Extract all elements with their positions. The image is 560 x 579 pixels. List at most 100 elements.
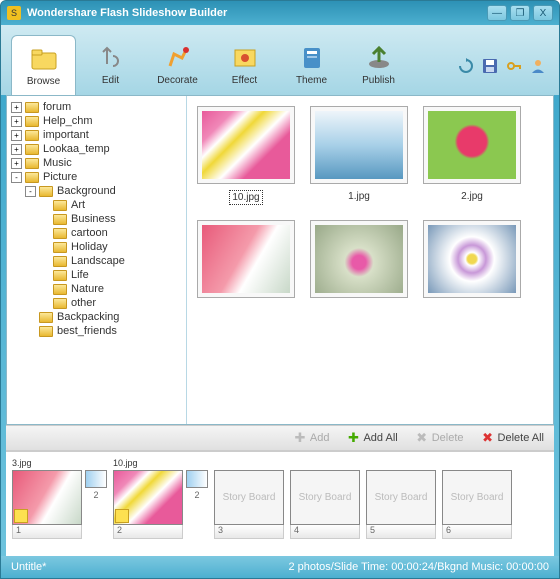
transition-num: 2 [93,490,98,500]
tab-edit[interactable]: Edit [78,35,143,95]
tab-publish[interactable]: Publish [346,35,411,95]
folder-icon [53,270,67,281]
sb-image [113,470,183,525]
sb-empty: Story Board [442,470,512,525]
thumbnail[interactable] [423,220,521,306]
tree-node[interactable]: +important [11,128,182,142]
tree-node[interactable]: Business [11,212,182,226]
tree-label: Lookaa_temp [43,143,110,155]
delete-all-button[interactable]: ✖Delete All [482,432,544,444]
storyboard-slot[interactable]: Story Board6 [442,458,512,550]
window-buttons: — ❐ X [487,5,553,21]
tree-node[interactable]: Art [11,198,182,212]
tree-label: Help_chm [43,115,93,127]
tree-toggle[interactable]: + [11,144,22,155]
storyboard-slot[interactable]: Story Board3 [214,458,284,550]
tree-label: Landscape [71,255,125,267]
thumbnail[interactable] [310,220,408,306]
tab-effect[interactable]: Effect [212,35,277,95]
tree-label: Business [71,213,116,225]
user-icon[interactable] [529,57,547,75]
thumbnail[interactable] [197,220,295,306]
thumbnail[interactable]: 2.jpg [423,106,521,205]
tab-browse[interactable]: Browse [11,35,76,95]
tree-node[interactable]: -Picture [11,170,182,184]
tree-node[interactable]: best_friends [11,324,182,338]
publish-icon [365,44,393,72]
thumbnail[interactable]: 1.jpg [310,106,408,205]
sb-empty: Story Board [214,470,284,525]
sb-frame: Story Board4 [290,458,360,539]
tree-label: other [71,297,96,309]
tab-theme[interactable]: Theme [279,35,344,95]
tree-node[interactable]: + Help_chm [11,114,182,128]
tree-toggle[interactable]: - [25,186,36,197]
folder-icon [53,284,67,295]
tab-decorate[interactable]: Decorate [145,35,210,95]
folder-icon [25,130,39,141]
effect-icon [231,44,259,72]
thumb-frame [197,220,295,298]
key-icon[interactable] [505,57,523,75]
tree-node[interactable]: Life [11,268,182,282]
refresh-icon[interactable] [457,57,475,75]
folder-tree[interactable]: +forum+Help_chm+important+Lookaa_temp+Mu… [7,96,187,424]
tree-toggle[interactable]: - [11,172,22,183]
sb-frame: Story Board6 [442,458,512,539]
thumbnail[interactable]: 10.jpg [197,106,295,205]
add-all-button[interactable]: ✚Add All [347,432,397,444]
sb-number: 4 [290,525,360,539]
tree-node[interactable]: + Lookaa_temp [11,142,182,156]
app-window: S Wondershare Flash Slideshow Builder — … [0,0,560,579]
thumb-caption [357,304,361,306]
transition-slot[interactable]: 2 [186,470,208,525]
storyboard-slot[interactable]: Story Board4 [290,458,360,550]
delete-label: Delete [432,432,464,444]
folder-icon [39,186,53,197]
thumb-frame [423,106,521,184]
thumb-frame [197,106,295,184]
close-button[interactable]: X [533,5,553,21]
storyboard[interactable]: 3.jpg1210.jpg22Story Board3Story Board4S… [6,451,554,556]
tab-label: Effect [232,75,257,86]
storyboard-slot[interactable]: 10.jpg 2 2 [113,458,208,550]
transition-num: 2 [194,490,199,500]
tree-node[interactable]: Holiday [11,240,182,254]
minimize-button[interactable]: — [487,5,507,21]
add-button[interactable]: ✚Add [294,432,330,444]
folder-icon [25,116,39,127]
sb-number: 2 [113,525,183,539]
folder-icon [53,228,67,239]
tree-node[interactable]: Nature [11,282,182,296]
tree-toggle[interactable]: + [11,158,22,169]
folder-icon [39,312,53,323]
tree-node[interactable]: other [11,296,182,310]
folder-icon [53,256,67,267]
tree-label: forum [43,101,71,113]
tree-label: Background [57,185,116,197]
sb-caption: 10.jpg [113,458,183,468]
tree-node[interactable]: cartoon [11,226,182,240]
tree-node[interactable]: - Background [11,184,182,198]
storyboard-slot[interactable]: Story Board5 [366,458,436,550]
save-icon[interactable] [481,57,499,75]
sb-number: 3 [214,525,284,539]
folder-icon [53,242,67,253]
transition-slot[interactable]: 2 [85,470,107,525]
tree-node[interactable]: +Music [11,156,182,170]
tree-node[interactable]: + forum [11,100,182,114]
tree-node[interactable]: Backpacking [11,310,182,324]
tree-toggle[interactable]: + [11,102,22,113]
action-bar: ✚Add ✚Add All ✖ Delete ✖Delete All [6,425,554,451]
effect-badge-icon [115,509,129,523]
tree-toggle[interactable]: + [11,130,22,141]
x-icon: ✖ [416,432,428,444]
tree-toggle[interactable]: + [11,116,22,127]
status-filename: Untitle* [11,561,289,573]
tree-node[interactable]: Landscape [11,254,182,268]
maximize-button[interactable]: ❐ [510,5,530,21]
folder-icon [25,172,39,183]
sb-caption [442,458,512,468]
storyboard-slot[interactable]: 3.jpg12 [12,458,107,550]
delete-button[interactable]: ✖ Delete [416,432,464,444]
